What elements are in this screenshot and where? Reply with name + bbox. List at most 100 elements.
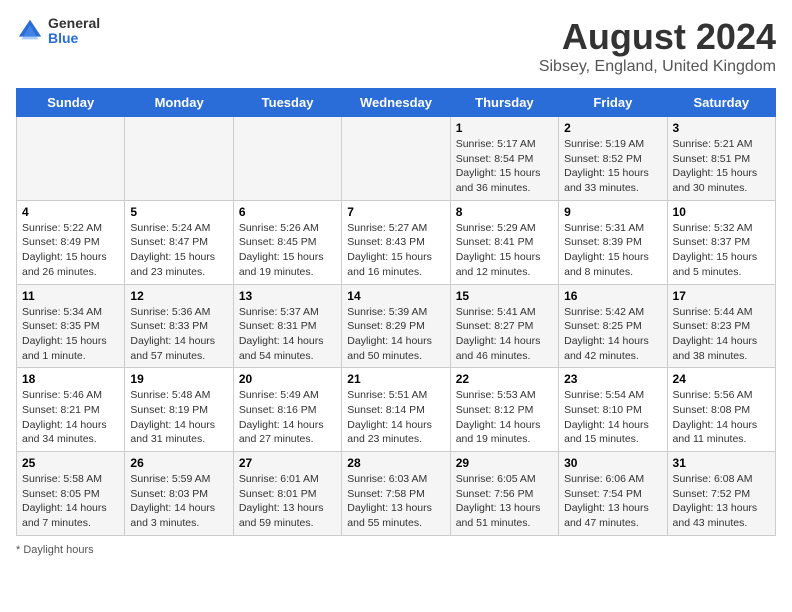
logo: General Blue	[16, 16, 100, 47]
day-number-8: 8	[456, 205, 553, 219]
day-info-5: Sunrise: 5:24 AM Sunset: 8:47 PM Dayligh…	[130, 221, 227, 280]
day-info-4: Sunrise: 5:22 AM Sunset: 8:49 PM Dayligh…	[22, 221, 119, 280]
subtitle: Sibsey, England, United Kingdom	[539, 58, 776, 76]
calendar-cell-w2-d2: 6 Sunrise: 5:26 AM Sunset: 8:45 PM Daylig…	[233, 200, 341, 284]
day-number-16: 16	[564, 289, 661, 303]
day-number-19: 19	[130, 372, 227, 386]
day-number-20: 20	[239, 372, 336, 386]
week-row-4: 18 Sunrise: 5:46 AM Sunset: 8:21 PM Dayli…	[17, 368, 776, 452]
day-info-21: Sunrise: 5:51 AM Sunset: 8:14 PM Dayligh…	[347, 388, 444, 447]
day-number-10: 10	[673, 205, 770, 219]
calendar-cell-w1-d0	[17, 117, 125, 201]
day-number-5: 5	[130, 205, 227, 219]
calendar-cell-w2-d5: 9 Sunrise: 5:31 AM Sunset: 8:39 PM Daylig…	[559, 200, 667, 284]
calendar-body: 1 Sunrise: 5:17 AM Sunset: 8:54 PM Daylig…	[17, 117, 776, 536]
logo-icon	[16, 17, 44, 45]
day-info-18: Sunrise: 5:46 AM Sunset: 8:21 PM Dayligh…	[22, 388, 119, 447]
col-thursday: Thursday	[450, 89, 558, 117]
day-info-3: Sunrise: 5:21 AM Sunset: 8:51 PM Dayligh…	[673, 137, 770, 196]
calendar-cell-w4-d1: 19 Sunrise: 5:48 AM Sunset: 8:19 PM Dayli…	[125, 368, 233, 452]
day-number-23: 23	[564, 372, 661, 386]
calendar-cell-w4-d6: 24 Sunrise: 5:56 AM Sunset: 8:08 PM Dayli…	[667, 368, 775, 452]
calendar-cell-w3-d0: 11Sunrise: 5:34 AM Sunset: 8:35 PM Dayli…	[17, 284, 125, 368]
day-number-22: 22	[456, 372, 553, 386]
day-info-31: Sunrise: 6:08 AM Sunset: 7:52 PM Dayligh…	[673, 472, 770, 531]
day-info-29: Sunrise: 6:05 AM Sunset: 7:56 PM Dayligh…	[456, 472, 553, 531]
calendar-cell-w5-d5: 30 Sunrise: 6:06 AM Sunset: 7:54 PM Dayli…	[559, 452, 667, 536]
calendar-cell-w5-d3: 28 Sunrise: 6:03 AM Sunset: 7:58 PM Dayli…	[342, 452, 450, 536]
day-info-10: Sunrise: 5:32 AM Sunset: 8:37 PM Dayligh…	[673, 221, 770, 280]
day-number-30: 30	[564, 456, 661, 470]
day-info-1: Sunrise: 5:17 AM Sunset: 8:54 PM Dayligh…	[456, 137, 553, 196]
day-number-28: 28	[347, 456, 444, 470]
day-info-14: Sunrise: 5:39 AM Sunset: 8:29 PM Dayligh…	[347, 305, 444, 364]
col-tuesday: Tuesday	[233, 89, 341, 117]
day-number-18: 18	[22, 372, 119, 386]
day-info-8: Sunrise: 5:29 AM Sunset: 8:41 PM Dayligh…	[456, 221, 553, 280]
calendar-cell-w4-d3: 21Sunrise: 5:51 AM Sunset: 8:14 PM Dayli…	[342, 368, 450, 452]
logo-blue: Blue	[48, 31, 100, 46]
day-number-9: 9	[564, 205, 661, 219]
day-number-14: 14	[347, 289, 444, 303]
day-number-6: 6	[239, 205, 336, 219]
calendar-cell-w1-d3	[342, 117, 450, 201]
main-title: August 2024	[539, 16, 776, 58]
day-info-16: Sunrise: 5:42 AM Sunset: 8:25 PM Dayligh…	[564, 305, 661, 364]
day-info-2: Sunrise: 5:19 AM Sunset: 8:52 PM Dayligh…	[564, 137, 661, 196]
col-saturday: Saturday	[667, 89, 775, 117]
day-info-15: Sunrise: 5:41 AM Sunset: 8:27 PM Dayligh…	[456, 305, 553, 364]
footer-label: Daylight hours	[23, 544, 93, 556]
day-info-26: Sunrise: 5:59 AM Sunset: 8:03 PM Dayligh…	[130, 472, 227, 531]
calendar-cell-w3-d4: 15 Sunrise: 5:41 AM Sunset: 8:27 PM Dayli…	[450, 284, 558, 368]
calendar-cell-w1-d4: 1 Sunrise: 5:17 AM Sunset: 8:54 PM Daylig…	[450, 117, 558, 201]
title-block: August 2024 Sibsey, England, United King…	[539, 16, 776, 76]
day-number-26: 26	[130, 456, 227, 470]
calendar-cell-w4-d0: 18 Sunrise: 5:46 AM Sunset: 8:21 PM Dayli…	[17, 368, 125, 452]
col-friday: Friday	[559, 89, 667, 117]
calendar-cell-w5-d6: 31 Sunrise: 6:08 AM Sunset: 7:52 PM Dayli…	[667, 452, 775, 536]
day-info-24: Sunrise: 5:56 AM Sunset: 8:08 PM Dayligh…	[673, 388, 770, 447]
day-info-6: Sunrise: 5:26 AM Sunset: 8:45 PM Dayligh…	[239, 221, 336, 280]
day-number-1: 1	[456, 121, 553, 135]
day-info-19: Sunrise: 5:48 AM Sunset: 8:19 PM Dayligh…	[130, 388, 227, 447]
calendar-cell-w3-d2: 13Sunrise: 5:37 AM Sunset: 8:31 PM Dayli…	[233, 284, 341, 368]
day-info-17: Sunrise: 5:44 AM Sunset: 8:23 PM Dayligh…	[673, 305, 770, 364]
day-info-9: Sunrise: 5:31 AM Sunset: 8:39 PM Dayligh…	[564, 221, 661, 280]
col-sunday: Sunday	[17, 89, 125, 117]
logo-text: General Blue	[48, 16, 100, 47]
day-info-28: Sunrise: 6:03 AM Sunset: 7:58 PM Dayligh…	[347, 472, 444, 531]
calendar-cell-w5-d1: 26 Sunrise: 5:59 AM Sunset: 8:03 PM Dayli…	[125, 452, 233, 536]
calendar-cell-w5-d4: 29 Sunrise: 6:05 AM Sunset: 7:56 PM Dayli…	[450, 452, 558, 536]
header: General Blue August 2024 Sibsey, England…	[16, 16, 776, 76]
day-number-7: 7	[347, 205, 444, 219]
calendar-cell-w1-d6: 3 Sunrise: 5:21 AM Sunset: 8:51 PM Daylig…	[667, 117, 775, 201]
day-number-15: 15	[456, 289, 553, 303]
calendar-cell-w5-d0: 25Sunrise: 5:58 AM Sunset: 8:05 PM Dayli…	[17, 452, 125, 536]
calendar-cell-w1-d1	[125, 117, 233, 201]
calendar-cell-w4-d4: 22 Sunrise: 5:53 AM Sunset: 8:12 PM Dayli…	[450, 368, 558, 452]
calendar-cell-w2-d1: 5 Sunrise: 5:24 AM Sunset: 8:47 PM Daylig…	[125, 200, 233, 284]
week-row-1: 1 Sunrise: 5:17 AM Sunset: 8:54 PM Daylig…	[17, 117, 776, 201]
calendar-cell-w2-d3: 7 Sunrise: 5:27 AM Sunset: 8:43 PM Daylig…	[342, 200, 450, 284]
day-number-17: 17	[673, 289, 770, 303]
day-info-7: Sunrise: 5:27 AM Sunset: 8:43 PM Dayligh…	[347, 221, 444, 280]
day-number-29: 29	[456, 456, 553, 470]
day-info-30: Sunrise: 6:06 AM Sunset: 7:54 PM Dayligh…	[564, 472, 661, 531]
calendar-cell-w2-d6: 10 Sunrise: 5:32 AM Sunset: 8:37 PM Dayli…	[667, 200, 775, 284]
day-info-12: Sunrise: 5:36 AM Sunset: 8:33 PM Dayligh…	[130, 305, 227, 364]
day-number-24: 24	[673, 372, 770, 386]
calendar-header: Sunday Monday Tuesday Wednesday Thursday…	[17, 89, 776, 117]
calendar-cell-w1-d2	[233, 117, 341, 201]
header-row: Sunday Monday Tuesday Wednesday Thursday…	[17, 89, 776, 117]
week-row-3: 11Sunrise: 5:34 AM Sunset: 8:35 PM Dayli…	[17, 284, 776, 368]
day-info-23: Sunrise: 5:54 AM Sunset: 8:10 PM Dayligh…	[564, 388, 661, 447]
day-info-22: Sunrise: 5:53 AM Sunset: 8:12 PM Dayligh…	[456, 388, 553, 447]
day-info-11: Sunrise: 5:34 AM Sunset: 8:35 PM Dayligh…	[22, 305, 119, 364]
day-number-3: 3	[673, 121, 770, 135]
col-wednesday: Wednesday	[342, 89, 450, 117]
col-monday: Monday	[125, 89, 233, 117]
day-number-4: 4	[22, 205, 119, 219]
logo-general: General	[48, 16, 100, 31]
day-number-13: 13	[239, 289, 336, 303]
day-number-31: 31	[673, 456, 770, 470]
